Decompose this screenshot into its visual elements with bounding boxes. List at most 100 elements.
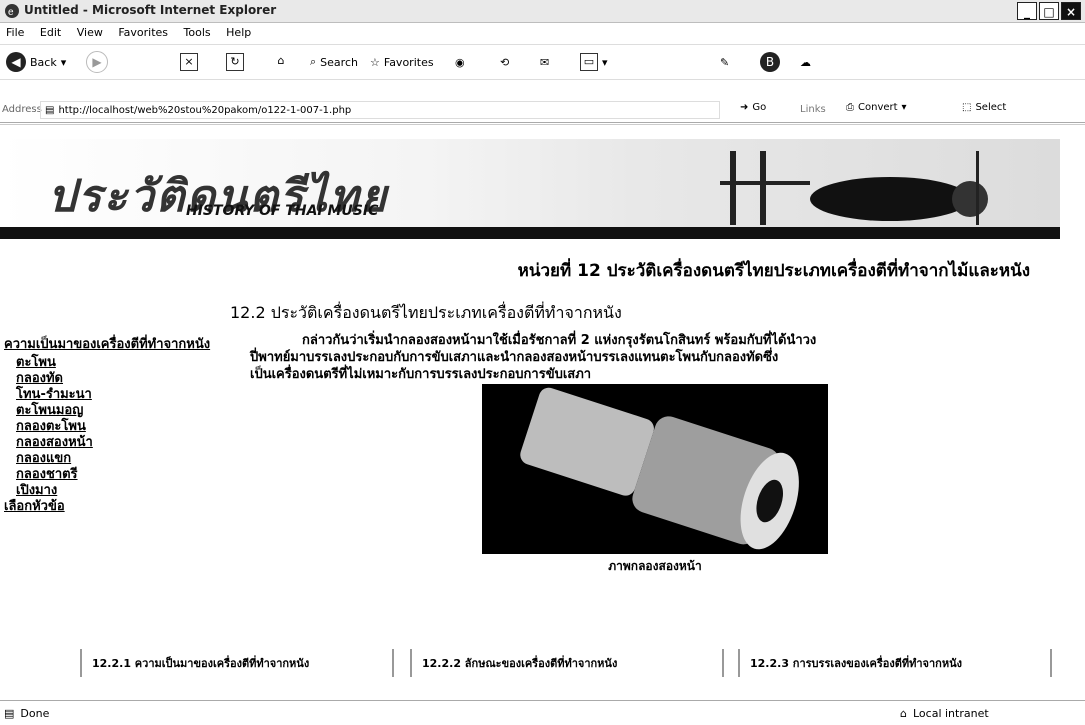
sidebar-link-klong-khaek[interactable]: กลองแขก [4, 451, 244, 467]
title-bar: e Untitled - Microsoft Internet Explorer… [0, 0, 1085, 23]
paragraph-line: ปี่พาทย์มาบรรเลงประกอบกับการขับเสภาและนำ… [250, 350, 779, 365]
search-label: Search [320, 55, 358, 69]
discuss-icon: ☁ [800, 55, 811, 69]
dropdown-icon: ▾ [60, 55, 67, 69]
messenger-icon: B [760, 52, 780, 72]
unit-heading: หน่วยที่ 12 ประวัติเครื่องดนตรีไทยประเภท… [517, 261, 1030, 281]
subnav-link-origin[interactable]: 12.2.1 ความเป็นมาของเครื่องตีที่ทำจากหนั… [80, 649, 394, 677]
forward-arrow-icon: ▶ [86, 51, 108, 73]
print-icon: ▭ [580, 53, 598, 71]
stop-icon: × [180, 53, 198, 71]
search-button[interactable]: ⌕ Search [310, 51, 358, 73]
two-faced-drum-icon [482, 384, 828, 554]
media-button[interactable]: ◉ [455, 51, 465, 73]
intranet-icon: ⌂ [900, 707, 907, 720]
sidebar-link-origin[interactable]: ความเป็นมาของเครื่องตีที่ทำจากหนัง [4, 337, 244, 353]
status-bar: ▤ Done ⌂ Local intranet [0, 700, 1085, 725]
page-content: ประวัติดนตรีไทย HISTORY OF THAI MUSIC หน… [0, 124, 1085, 695]
sidebar-link-klong-song-na[interactable]: กลองสองหน้า [4, 435, 244, 451]
drum-image [482, 384, 828, 554]
sidebar-link-choose-topic[interactable]: เลือกหัวข้อ [4, 499, 244, 515]
convert-label: Convert [858, 102, 898, 113]
paragraph-line: กล่าวกันว่าเริ่มนำกลองสองหน้ามาใช้เมื่อร… [302, 333, 817, 348]
go-arrow-icon: ➜ [740, 102, 749, 113]
sidebar: ความเป็นมาของเครื่องตีที่ทำจากหนัง ตะโพน… [4, 337, 244, 515]
refresh-button[interactable]: ↻ [226, 51, 244, 73]
go-label: Go [752, 102, 767, 113]
page-done-icon: ▤ [4, 707, 15, 720]
zone-text: Local intranet [912, 707, 989, 720]
go-button[interactable]: ➜ Go [740, 102, 766, 113]
window-controls: _ □ × [1017, 2, 1081, 20]
links-button[interactable]: Links [800, 104, 826, 115]
history-icon: ⟲ [500, 55, 510, 69]
menu-help[interactable]: Help [226, 26, 251, 39]
sidebar-link-klong-taphon[interactable]: กลองตะโพน [4, 419, 244, 435]
messenger-button[interactable]: B [760, 51, 780, 73]
menu-tools[interactable]: Tools [184, 26, 211, 39]
home-button[interactable]: ⌂ [272, 51, 290, 73]
section-heading: 12.2 ประวัติเครื่องดนตรีไทยประเภทเครื่อง… [230, 303, 622, 322]
sidebar-link-klong-that[interactable]: กลองทัด [4, 371, 244, 387]
forward-button[interactable]: ▶ [86, 51, 108, 73]
mail-button[interactable]: ✉ [540, 51, 549, 73]
close-button[interactable]: × [1061, 2, 1081, 20]
sidebar-link-thon-rammana[interactable]: โทน-รำมะนา [4, 387, 244, 403]
home-icon: ⌂ [277, 54, 285, 67]
menu-favorites[interactable]: Favorites [118, 26, 168, 39]
menu-view[interactable]: View [77, 26, 103, 39]
history-button[interactable]: ⟲ [500, 51, 509, 73]
address-field[interactable]: ▤ http://localhost/web%20stou%20pakom/o1… [40, 101, 720, 119]
edit-button[interactable]: ✎ [720, 51, 729, 73]
window-title: Untitled - Microsoft Internet Explorer [24, 3, 277, 17]
sidebar-link-taphon-mon[interactable]: ตะโพนมอญ [4, 403, 244, 419]
status-left: ▤ Done [4, 707, 49, 720]
back-label: Back [30, 55, 57, 69]
menu-edit[interactable]: Edit [40, 26, 61, 39]
convert-button[interactable]: ⎙ Convert ▾ [846, 102, 907, 113]
back-button[interactable]: ◀ Back ▾ [6, 51, 66, 73]
paragraph-line: เป็นเครื่องดนตรีที่ไม่เหมาะกับการบรรเลงป… [250, 367, 592, 382]
address-label: Address [2, 104, 42, 115]
body-paragraph: กล่าวกันว่าเริ่มนำกลองสองหน้ามาใช้เมื่อร… [250, 332, 1050, 383]
status-zone: ⌂ Local intranet [900, 707, 989, 720]
url-text: http://localhost/web%20stou%20pakom/o122… [58, 104, 352, 116]
toolbar: ◀ Back ▾ ▶ × ↻ ⌂ ⌕ Search ☆ Favorites ◉ … [0, 44, 1085, 80]
subnav-link-performance[interactable]: 12.2.3 การบรรเลงของเครื่องตีที่ทำจากหนัง [738, 649, 1052, 677]
image-caption: ภาพกลองสองหน้า [608, 559, 702, 573]
banner: ประวัติดนตรีไทย HISTORY OF THAI MUSIC [0, 139, 1060, 239]
convert-icon: ⎙ [846, 102, 854, 113]
banner-english-title: HISTORY OF THAI MUSIC [186, 203, 379, 219]
search-icon: ⌕ [310, 55, 317, 68]
stop-button[interactable]: × [180, 51, 198, 73]
ie-logo-icon: e [5, 4, 19, 18]
select-label: Select [975, 102, 1007, 113]
page-icon: ▤ [45, 104, 55, 116]
minimize-button[interactable]: _ [1017, 2, 1037, 20]
discuss-button[interactable]: ☁ [800, 51, 811, 73]
sidebar-link-taphon[interactable]: ตะโพน [4, 355, 244, 371]
menu-file[interactable]: File [6, 26, 24, 39]
back-arrow-icon: ◀ [6, 52, 26, 72]
address-bar: Address ▤ http://localhost/web%20stou%20… [0, 100, 1085, 123]
select-icon: ⬚ [962, 102, 972, 113]
drum-ornament-icon [720, 151, 988, 225]
banner-thai-title: ประวัติดนตรีไทย [48, 171, 389, 222]
print-button[interactable]: ▭ ▾ [580, 51, 608, 73]
maximize-button[interactable]: □ [1039, 2, 1059, 20]
dropdown-icon: ▾ [901, 102, 907, 113]
status-text: Done [20, 707, 50, 720]
select-button[interactable]: ⬚ Select [962, 102, 1006, 113]
subnav-link-characteristics[interactable]: 12.2.2 ลักษณะของเครื่องตีที่ทำจากหนัง [410, 649, 724, 677]
star-icon: ☆ [370, 55, 380, 69]
edit-icon: ✎ [720, 55, 730, 69]
sidebar-link-klong-chatri[interactable]: กลองชาตรี [4, 467, 244, 483]
menu-bar: File Edit View Favorites Tools Help [0, 23, 1085, 43]
sidebar-link-poeng-mang[interactable]: เปิงมาง [4, 483, 244, 499]
mail-icon: ✉ [540, 55, 550, 69]
favorites-button[interactable]: ☆ Favorites [370, 51, 434, 73]
refresh-icon: ↻ [226, 53, 244, 71]
svg-text:e: e [8, 7, 14, 18]
dropdown-icon: ▾ [602, 55, 608, 69]
media-icon: ◉ [455, 55, 465, 69]
